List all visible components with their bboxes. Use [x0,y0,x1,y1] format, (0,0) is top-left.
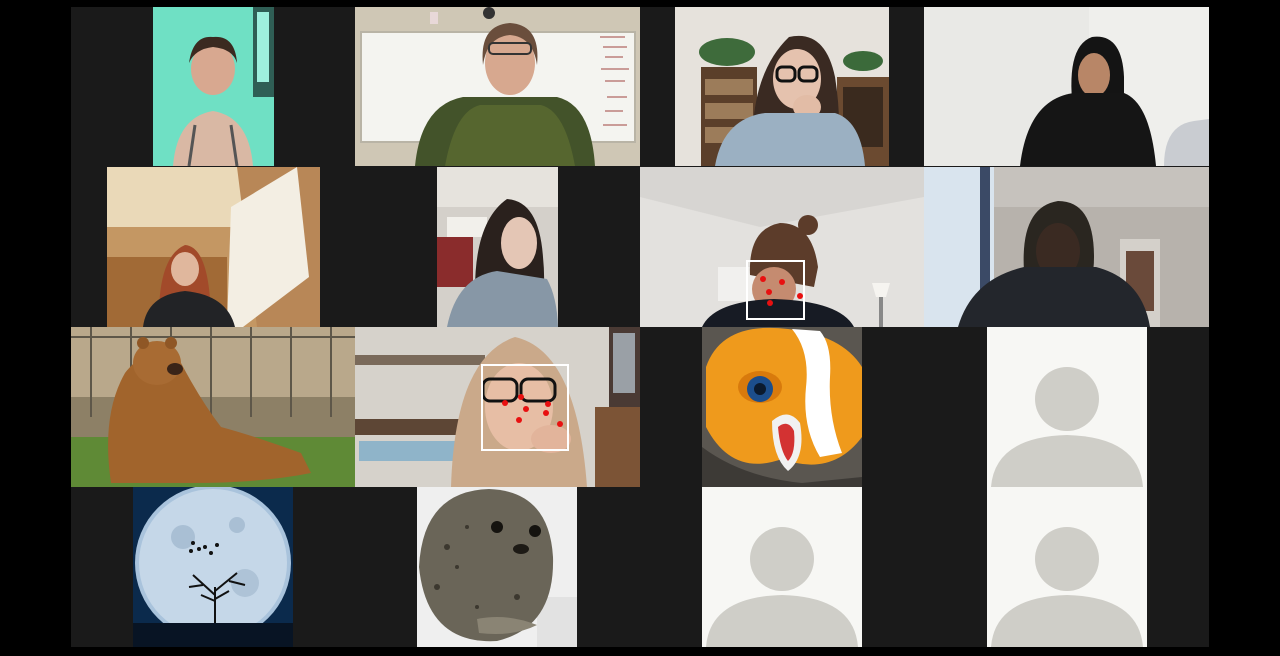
participant-tile-p8[interactable] [924,167,1209,327]
participant-tile-p10[interactable] [355,327,640,487]
participant-video [675,7,889,166]
person-silhouette-icon [702,487,862,647]
participant-tile-p3[interactable] [675,7,889,166]
face-landmark [557,421,563,427]
participant-tile-p2[interactable] [355,7,640,166]
participant-video [107,167,320,327]
face-landmark [516,417,522,423]
participant-image [702,327,862,487]
participant-video [355,7,640,166]
face-landmark [766,289,772,295]
face-landmark [779,279,785,285]
face-landmark [545,401,551,407]
face-landmark [502,400,508,406]
participant-tile-p16[interactable] [987,487,1147,647]
participant-tile-p1[interactable] [153,7,274,166]
participant-tile-p14[interactable] [417,487,577,647]
participant-tile-p4[interactable] [924,7,1209,166]
participant-video [153,7,274,166]
person-silhouette-icon [987,327,1147,487]
participant-tile-p11[interactable] [702,327,862,487]
face-tracking-box [746,260,805,320]
participant-video [437,167,558,327]
face-landmark [760,276,766,282]
participant-video [924,7,1209,166]
participant-tile-p6[interactable] [437,167,558,327]
face-landmark [523,406,529,412]
participant-tile-p5[interactable] [107,167,320,327]
participant-image [417,487,577,647]
gallery-view [71,7,1209,647]
face-landmark [518,394,524,400]
face-landmark [543,410,549,416]
participant-image [71,327,355,487]
person-silhouette-icon [987,487,1147,647]
participant-tile-p9[interactable] [71,327,355,487]
participant-video [924,167,1209,327]
participant-tile-p12[interactable] [987,327,1147,487]
participant-image [133,487,293,647]
participant-tile-p7[interactable] [640,167,924,327]
participant-tile-p15[interactable] [702,487,862,647]
face-landmark [767,300,773,306]
face-landmark [797,293,803,299]
participant-tile-p13[interactable] [133,487,293,647]
